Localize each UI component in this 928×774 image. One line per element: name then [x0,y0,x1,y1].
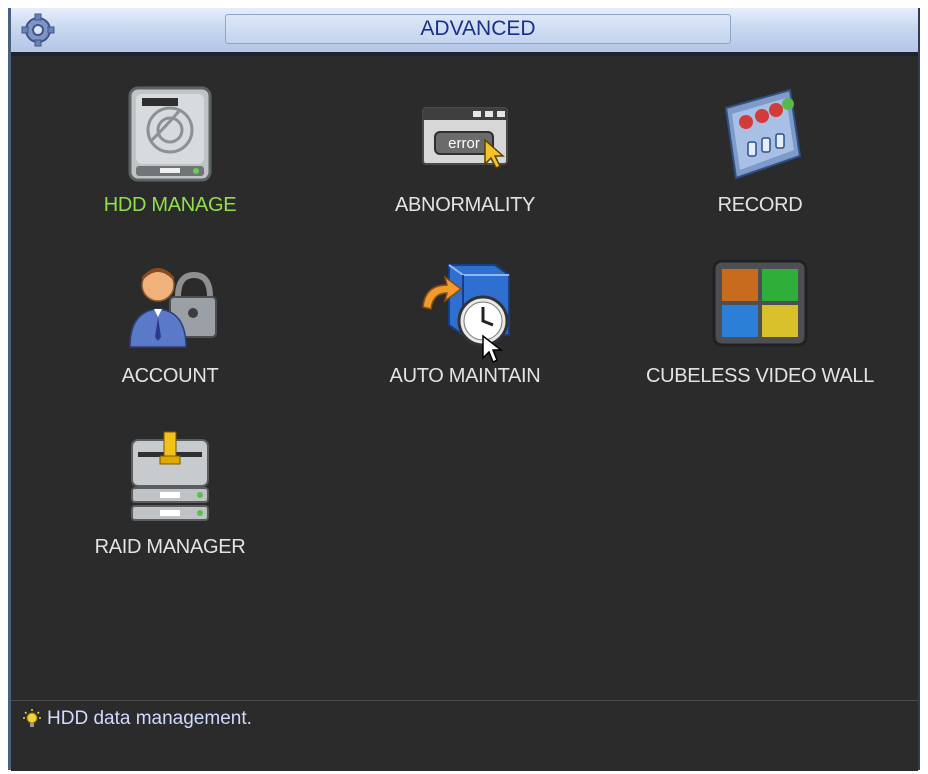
account-lock-icon [129,268,217,348]
menu-item-label: RECORD [717,194,803,216]
status-bar: HDD data management. [11,700,918,771]
menu-item-record[interactable]: RECORD [620,56,900,216]
menu-grid: HDD MANAGE error ABNORMALITY RECORD ACCO… [11,56,918,700]
gear-icon [21,13,55,47]
menu-item-cubeless-video-wall[interactable]: CUBELESS VIDEO WALL [620,227,900,387]
svg-text:error: error [448,135,480,152]
lightbulb-icon [23,709,41,727]
menu-item-label: ABNORMALITY [394,194,536,216]
menu-item-hdd-manage[interactable]: HDD MANAGE [30,56,310,216]
hdd-icon [128,86,212,182]
menu-item-raid-manager[interactable]: RAID MANAGER [30,398,310,558]
error-window-icon: error [422,107,508,170]
window-title: ADVANCED [225,14,731,44]
menu-item-abnormality[interactable]: error ABNORMALITY [325,56,605,216]
menu-item-account[interactable]: ACCOUNT [30,227,310,387]
menu-item-label: HDD MANAGE [103,194,237,216]
menu-item-label: RAID MANAGER [94,536,246,558]
advanced-window: ADVANCED HDD MANAGE error ABNORMALITY RE… [8,0,920,771]
title-bar: ADVANCED [11,0,920,56]
menu-item-label: ACCOUNT [121,365,219,387]
menu-item-auto-maintain[interactable]: AUTO MAINTAIN [325,227,605,387]
mouse-cursor-icon [482,334,503,364]
hint-text: HDD data management. [47,708,252,729]
video-wall-icon [712,259,808,347]
raid-icon [131,431,209,521]
menu-item-label: CUBELESS VIDEO WALL [645,365,875,387]
window-edge [848,0,920,8]
menu-item-label: AUTO MAINTAIN [389,365,541,387]
record-icon [724,88,802,180]
